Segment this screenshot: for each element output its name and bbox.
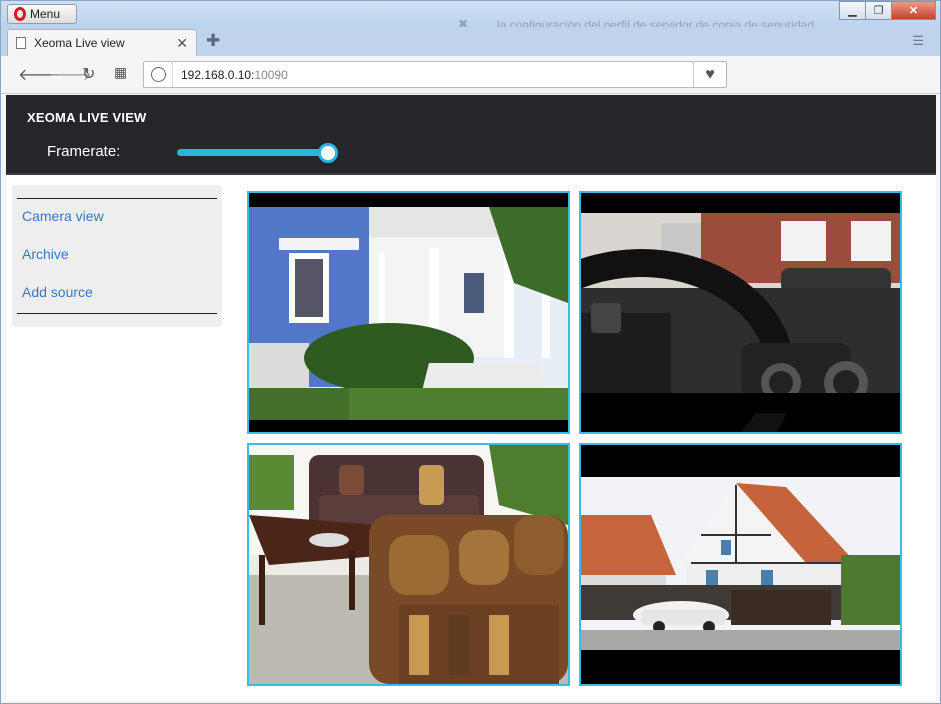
sidebar-menu: Camera view Archive Add source: [12, 185, 222, 327]
navigation-toolbar: 🡐 🡒 ↻ ▦ 192.168.0.10:10090 ♥: [1, 56, 940, 94]
framerate-slider-handle[interactable]: [318, 143, 338, 163]
sidebar-divider-top: [17, 198, 217, 199]
tab-strip: Xeoma Live view ✕ ✚ ☰: [1, 27, 940, 56]
framerate-slider-track[interactable]: [177, 149, 328, 156]
framerate-label: Framerate:: [47, 143, 121, 160]
sidebar-item-add-source[interactable]: Add source: [22, 284, 93, 300]
camera-4-feed: [581, 445, 900, 684]
reload-icon[interactable]: ↻: [82, 64, 95, 84]
camera-tile-1[interactable]: [247, 191, 570, 434]
page-content: XEOMA LIVE VIEW Framerate: Camera view A…: [6, 95, 936, 701]
tab-xeoma-live-view[interactable]: Xeoma Live view ✕: [7, 29, 197, 56]
sidebar-item-archive[interactable]: Archive: [22, 246, 69, 262]
camera-1-feed: [249, 193, 568, 432]
new-tab-icon[interactable]: ✚: [206, 31, 220, 51]
close-window-button[interactable]: ✕: [891, 1, 936, 20]
bookmark-heart-icon[interactable]: ♥: [693, 62, 726, 87]
url-host: 192.168.0.10:: [181, 68, 255, 82]
url-text[interactable]: 192.168.0.10:10090: [181, 68, 288, 82]
opera-logo-icon: [14, 7, 26, 21]
sidebar-item-camera-view[interactable]: Camera view: [22, 208, 104, 224]
minimize-button[interactable]: ▁: [839, 1, 865, 20]
address-divider: [172, 62, 173, 87]
camera-3-feed: [249, 445, 568, 684]
page-icon: [16, 37, 26, 49]
tab-title: Xeoma Live view: [34, 36, 125, 50]
address-bar[interactable]: 192.168.0.10:10090 ♥: [143, 61, 727, 88]
site-info-icon[interactable]: [151, 67, 166, 82]
camera-tile-2[interactable]: [579, 191, 902, 434]
window-controls: ▁ ❐ ✕: [839, 1, 936, 20]
tab-close-icon[interactable]: ✕: [176, 35, 188, 52]
app-header: XEOMA LIVE VIEW Framerate:: [6, 95, 936, 175]
sidebar-divider-bottom: [17, 313, 217, 314]
speed-dial-icon[interactable]: ▦: [114, 64, 127, 81]
maximize-button[interactable]: ❐: [865, 1, 891, 20]
browser-window: Menu ✖ la configuración del perfil de se…: [0, 0, 941, 704]
app-title: XEOMA LIVE VIEW: [27, 110, 147, 125]
opera-menu-button[interactable]: Menu: [7, 4, 77, 24]
title-bar: Menu ✖ la configuración del perfil de se…: [1, 1, 940, 32]
tab-menu-icon[interactable]: ☰: [912, 33, 924, 49]
camera-tile-3[interactable]: [247, 443, 570, 686]
url-port: 10090: [254, 68, 288, 82]
camera-2-feed: [581, 193, 900, 432]
menu-label: Menu: [30, 7, 61, 21]
camera-tile-4[interactable]: [579, 443, 902, 686]
